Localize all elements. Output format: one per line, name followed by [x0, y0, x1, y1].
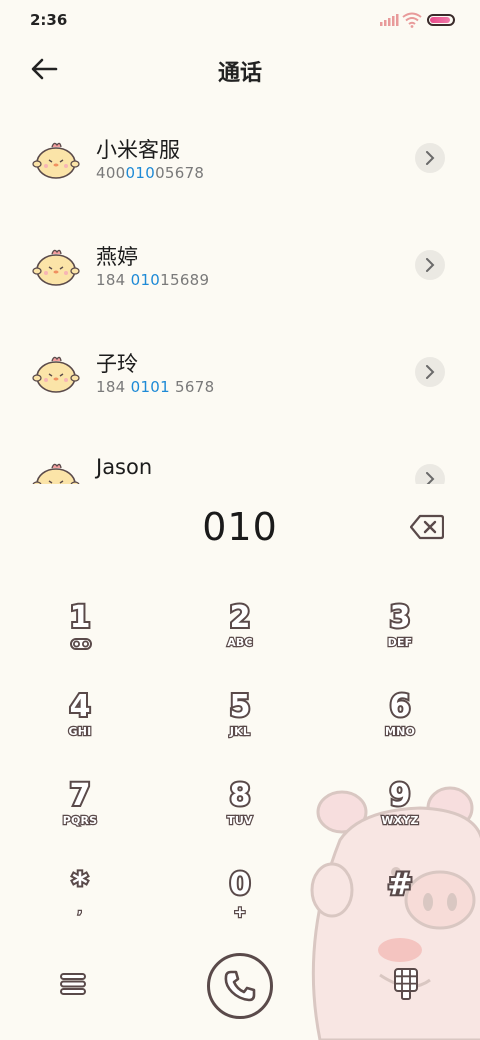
- dial-keypad: 1 2 ABC 3 DEF 4 GHI 5 JKL 6 MNO 7 PQRS 8…: [0, 590, 480, 930]
- key-hash[interactable]: #: [340, 865, 460, 947]
- contact-suggestions-list[interactable]: 小米客服 40001005678 燕婷 184 01015689 子玲 184 …: [0, 110, 480, 484]
- key-digit: 6: [388, 687, 413, 726]
- battery-level: [430, 17, 451, 23]
- chick-avatar-icon: [32, 249, 80, 286]
- chick-avatar-icon: [32, 356, 80, 393]
- key-letters: +: [232, 902, 247, 922]
- contact-item[interactable]: 燕婷 184 01015689: [0, 217, 480, 317]
- chevron-right-icon: [426, 151, 435, 165]
- key-letters: PQRS: [61, 813, 98, 828]
- status-time: 2:36: [30, 11, 68, 29]
- contact-name: Jason: [96, 455, 153, 479]
- key-digit: 7: [68, 776, 93, 815]
- battery-icon: [427, 14, 455, 26]
- key-letters: DEF: [386, 635, 413, 650]
- chick-avatar-icon: [32, 142, 80, 179]
- dialpad-toggle-icon[interactable]: [393, 967, 419, 1001]
- contact-number: 184 01015689: [96, 271, 210, 289]
- chevron-right-icon: [426, 258, 435, 272]
- key-8[interactable]: 8 TUV: [180, 776, 300, 858]
- key-letters: GHI: [67, 724, 92, 739]
- key-letters: ,: [77, 902, 84, 917]
- contact-number: 184 0101 5678: [96, 378, 215, 396]
- menu-icon[interactable]: [58, 970, 88, 998]
- key-digit: 1: [68, 598, 93, 637]
- key-7[interactable]: 7 PQRS: [20, 776, 140, 858]
- phone-icon: [224, 970, 256, 1002]
- call-button[interactable]: [207, 953, 273, 1019]
- contact-name: 子玲: [96, 352, 138, 376]
- voicemail-icon: [70, 638, 92, 650]
- key-digit: 2: [228, 598, 253, 637]
- key-letters: ABC: [226, 635, 254, 650]
- key-5[interactable]: 5 JKL: [180, 687, 300, 769]
- contact-detail-button[interactable]: [415, 143, 445, 173]
- key-digit: *: [70, 865, 90, 904]
- key-letters: MNO: [384, 724, 416, 739]
- status-bar: 2:36: [0, 0, 480, 40]
- signal-icon: [380, 14, 399, 26]
- key-star[interactable]: * ,: [20, 865, 140, 947]
- key-9[interactable]: 9 WXYZ: [340, 776, 460, 858]
- chevron-right-icon: [426, 472, 435, 484]
- contact-item[interactable]: Jason: [0, 431, 480, 484]
- key-letters: JKL: [229, 724, 251, 739]
- key-0[interactable]: 0 +: [180, 865, 300, 947]
- key-digit: 4: [68, 687, 93, 726]
- contact-name: 小米客服: [96, 138, 180, 162]
- key-digit: 0: [228, 865, 253, 904]
- key-digit: 3: [388, 598, 413, 637]
- contact-detail-button[interactable]: [415, 464, 445, 484]
- contact-item[interactable]: 子玲 184 0101 5678: [0, 324, 480, 424]
- key-6[interactable]: 6 MNO: [340, 687, 460, 769]
- key-letters: WXYZ: [380, 813, 420, 828]
- chevron-right-icon: [426, 365, 435, 379]
- contact-number: 40001005678: [96, 164, 205, 182]
- contact-name: 燕婷: [96, 245, 138, 269]
- chick-avatar-icon: [32, 463, 80, 484]
- key-letters: TUV: [226, 813, 254, 828]
- contact-detail-button[interactable]: [415, 357, 445, 387]
- wifi-icon: [402, 12, 422, 28]
- contact-detail-button[interactable]: [415, 250, 445, 280]
- key-3[interactable]: 3 DEF: [340, 598, 460, 680]
- page-title: 通话: [217, 61, 262, 86]
- contact-item[interactable]: 小米客服 40001005678: [0, 110, 480, 210]
- backspace-icon[interactable]: [410, 514, 444, 540]
- key-digit: 8: [228, 776, 253, 815]
- key-2[interactable]: 2 ABC: [180, 598, 300, 680]
- key-digit: 5: [228, 687, 253, 726]
- key-digit: 9: [388, 776, 413, 815]
- key-4[interactable]: 4 GHI: [20, 687, 140, 769]
- key-digit: #: [385, 865, 414, 904]
- dialed-number-display: 010: [202, 505, 278, 549]
- key-1[interactable]: 1: [20, 598, 140, 680]
